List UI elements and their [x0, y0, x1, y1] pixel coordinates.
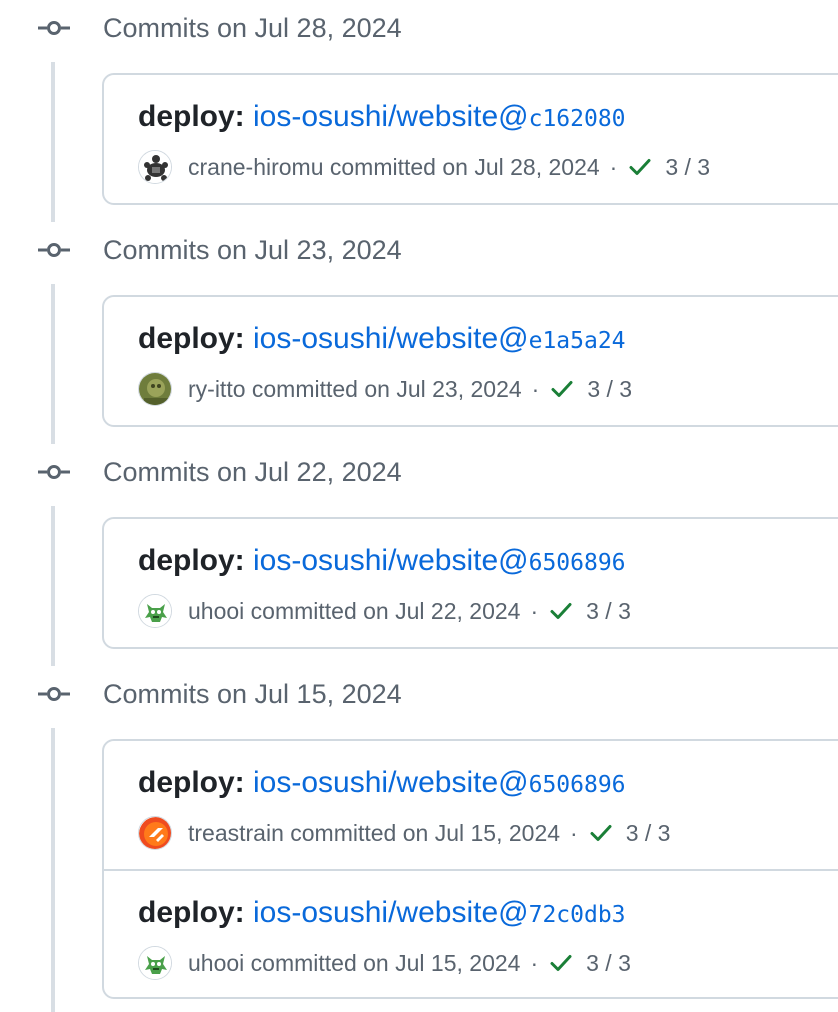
commit-node-icon: [38, 684, 70, 704]
meta-separator: ·: [530, 949, 539, 976]
commit-sha-link[interactable]: e1a5a24: [529, 328, 626, 354]
commit-action-date: committed on Jul 28, 2024: [329, 153, 600, 180]
commit-author-link[interactable]: uhooi: [188, 950, 244, 977]
commit-author-link[interactable]: crane-hiromu: [188, 154, 324, 181]
commit-message: deploy: ios-osushi/website@e1a5a24: [138, 321, 626, 359]
turtle-avatar[interactable]: [138, 150, 172, 184]
commit-action-date: committed on Jul 15, 2024: [290, 819, 561, 846]
commit-date: Commits on Jul 23, 2024: [103, 235, 402, 265]
commit-date: Commits on Jul 28, 2024: [103, 13, 402, 43]
commit-prefix: deploy:: [138, 322, 245, 355]
timeline-line: [51, 62, 55, 222]
commit-date-group: Commits on Jul 22, 2024 deploy: ios-osush…: [0, 444, 838, 666]
photo-avatar[interactable]: [138, 372, 172, 406]
checks-status[interactable]: 3 / 3: [665, 154, 710, 181]
commit-row: deploy: ios-osushi/website@6506896 treast…: [104, 741, 838, 869]
commit-date-header: Commits on Jul 22, 2024: [0, 444, 838, 500]
commit-list-box: deploy: ios-osushi/website@6506896 treast…: [102, 739, 838, 999]
commit-timeline: Commits on Jul 28, 2024 deploy: ios-osush…: [0, 0, 838, 1012]
commit-prefix: deploy:: [138, 766, 245, 799]
meta-separator: ·: [530, 597, 539, 624]
commit-action-date: committed on Jul 22, 2024: [250, 597, 521, 624]
commit-date-group: Commits on Jul 28, 2024 deploy: ios-osush…: [0, 0, 838, 222]
commit-repo-link[interactable]: ios-osushi/website@: [253, 544, 529, 577]
commit-date-header: Commits on Jul 28, 2024: [0, 0, 838, 56]
commit-date: Commits on Jul 15, 2024: [103, 679, 402, 709]
commit-row: deploy: ios-osushi/website@c162080 crane-…: [104, 75, 838, 203]
commit-date-header: Commits on Jul 23, 2024: [0, 222, 838, 278]
commit-sha-link[interactable]: 6506896: [529, 550, 626, 576]
commit-row: deploy: ios-osushi/website@6506896 uhooi …: [104, 519, 838, 647]
commit-date: Commits on Jul 22, 2024: [103, 457, 402, 487]
commit-author-link[interactable]: uhooi: [188, 598, 244, 625]
timeline-line: [51, 506, 55, 666]
check-icon[interactable]: [548, 950, 574, 976]
timeline-line: [51, 728, 55, 1012]
commit-meta: uhooi committed on Jul 22, 2024 · 3 / 3: [138, 594, 631, 628]
monster-avatar[interactable]: [138, 594, 172, 628]
commit-sha-link[interactable]: 6506896: [529, 772, 626, 798]
commit-prefix: deploy:: [138, 544, 245, 577]
commit-repo-link[interactable]: ios-osushi/website@: [253, 896, 529, 929]
commit-message: deploy: ios-osushi/website@6506896: [138, 765, 626, 803]
commit-meta: treastrain committed on Jul 15, 2024 · 3 /…: [138, 816, 670, 850]
monster-avatar[interactable]: [138, 946, 172, 980]
check-icon[interactable]: [627, 154, 653, 180]
logo-avatar[interactable]: [138, 816, 172, 850]
commit-message: deploy: ios-osushi/website@72c0db3: [138, 895, 626, 933]
commit-node-icon: [38, 18, 70, 38]
commit-prefix: deploy:: [138, 100, 245, 133]
meta-separator: ·: [609, 153, 618, 180]
commit-list-box: deploy: ios-osushi/website@c162080 crane-…: [102, 73, 838, 205]
commit-meta: uhooi committed on Jul 15, 2024 · 3 / 3: [138, 946, 631, 980]
commit-date-group: Commits on Jul 23, 2024 deploy: ios-osush…: [0, 222, 838, 444]
commit-author-link[interactable]: treastrain: [188, 820, 284, 847]
commit-repo-link[interactable]: ios-osushi/website@: [253, 322, 529, 355]
commit-date-group: Commits on Jul 15, 2024 deploy: ios-osush…: [0, 666, 838, 1012]
commit-meta: ry-itto committed on Jul 23, 2024 · 3 / 3: [138, 372, 632, 406]
commit-list-box: deploy: ios-osushi/website@e1a5a24 ry-itt…: [102, 295, 838, 427]
commit-repo-link[interactable]: ios-osushi/website@: [253, 100, 529, 133]
checks-status[interactable]: 3 / 3: [587, 376, 632, 403]
commit-prefix: deploy:: [138, 896, 245, 929]
commit-message: deploy: ios-osushi/website@c162080: [138, 99, 626, 137]
commit-row: deploy: ios-osushi/website@72c0db3 uhooi …: [104, 869, 838, 997]
commit-sha-link[interactable]: 72c0db3: [529, 902, 626, 928]
commit-list-box: deploy: ios-osushi/website@6506896 uhooi …: [102, 517, 838, 649]
commit-action-date: committed on Jul 15, 2024: [250, 949, 521, 976]
commit-repo-link[interactable]: ios-osushi/website@: [253, 766, 529, 799]
timeline-line: [51, 284, 55, 444]
checks-status[interactable]: 3 / 3: [586, 598, 631, 625]
commit-meta: crane-hiromu committed on Jul 28, 2024 · 3…: [138, 150, 710, 184]
checks-status[interactable]: 3 / 3: [626, 820, 671, 847]
check-icon[interactable]: [549, 376, 575, 402]
commit-sha-link[interactable]: c162080: [529, 106, 626, 132]
commit-message: deploy: ios-osushi/website@6506896: [138, 543, 626, 581]
meta-separator: ·: [570, 819, 578, 846]
check-icon[interactable]: [548, 598, 574, 624]
commit-date-header: Commits on Jul 15, 2024: [0, 666, 838, 722]
check-icon[interactable]: [588, 820, 614, 846]
checks-status[interactable]: 3 / 3: [586, 950, 631, 977]
commit-author-link[interactable]: ry-itto: [188, 376, 246, 403]
commit-action-date: committed on Jul 23, 2024: [251, 375, 522, 402]
meta-separator: ·: [531, 375, 540, 402]
commit-row: deploy: ios-osushi/website@e1a5a24 ry-itt…: [104, 297, 838, 425]
commit-node-icon: [38, 240, 70, 260]
commit-node-icon: [38, 462, 70, 482]
